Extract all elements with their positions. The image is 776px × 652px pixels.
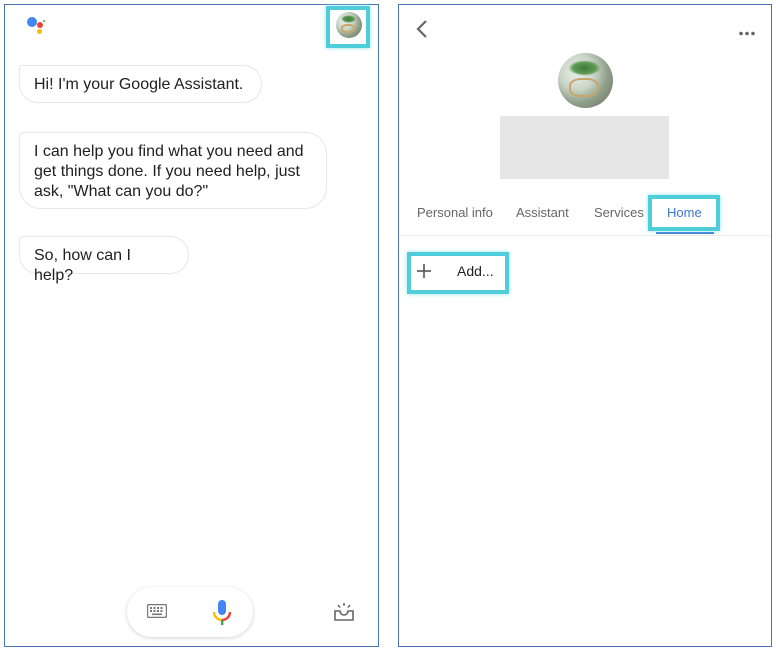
profile-avatar[interactable] <box>336 12 362 38</box>
active-tab-indicator <box>656 232 714 234</box>
tab-assistant[interactable]: Assistant <box>516 205 569 220</box>
add-label: Add... <box>457 263 494 279</box>
assistant-message: I can help you find what you need and ge… <box>19 132 327 209</box>
assistant-message: So, how can I help? <box>19 236 189 284</box>
tab-services[interactable]: Services <box>594 205 644 220</box>
add-home-button[interactable]: Add... <box>409 255 505 291</box>
explore-tray-icon[interactable] <box>333 602 355 627</box>
tab-personal-info[interactable]: Personal info <box>417 205 493 220</box>
profile-settings-screen: Personal info Assistant Services Home Ad… <box>398 4 772 647</box>
assistant-chat-screen: Hi! I'm your Google Assistant. I can hel… <box>4 4 379 647</box>
plus-icon <box>417 258 431 284</box>
more-horizontal-icon[interactable] <box>739 23 755 41</box>
home-tab-highlight <box>648 195 720 231</box>
message-text: Hi! I'm your Google Assistant. <box>34 76 244 93</box>
message-text: So, how can I help? <box>34 247 131 284</box>
assistant-message: Hi! I'm your Google Assistant. <box>19 65 262 103</box>
google-assistant-logo-icon <box>26 15 50 35</box>
message-text: I can help you find what you need and ge… <box>34 143 304 200</box>
input-bar <box>127 587 253 637</box>
microphone-icon[interactable] <box>211 599 233 632</box>
profile-photo <box>558 53 613 108</box>
chevron-left-icon[interactable] <box>415 19 429 44</box>
keyboard-icon[interactable] <box>146 603 168 623</box>
redacted-name-block <box>500 116 669 179</box>
